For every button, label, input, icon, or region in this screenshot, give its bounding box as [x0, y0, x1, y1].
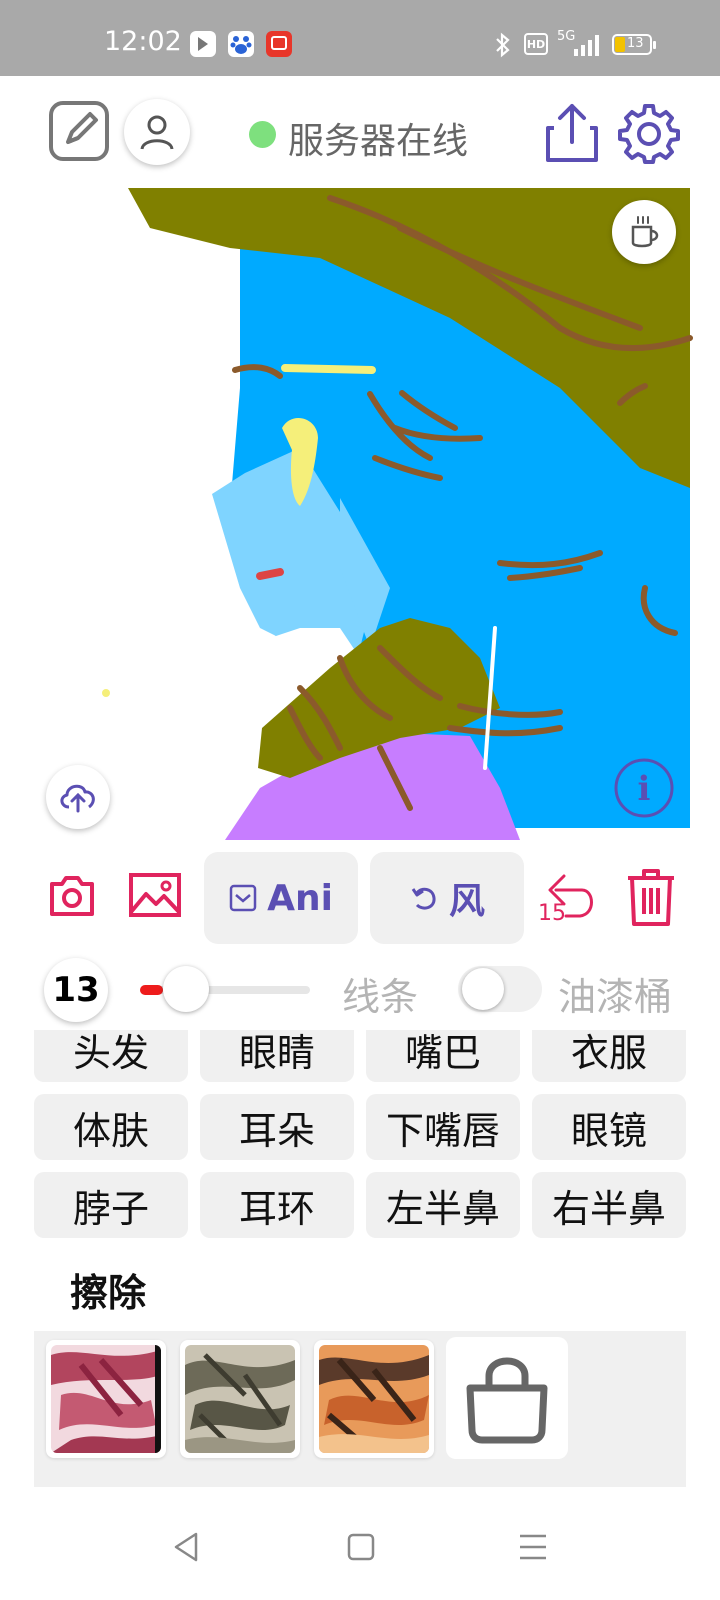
app-screen: 12:02 HD 5G 13 服务器在线 i Ani 风 15 13 线条 油漆…: [0, 0, 720, 1600]
brush-size-value: 13: [44, 958, 108, 1022]
gallery-button[interactable]: [128, 872, 182, 922]
part-button[interactable]: 眼镜: [532, 1094, 686, 1160]
style-thumbnail-2: [185, 1345, 295, 1453]
image-icon: [129, 873, 181, 917]
part-button[interactable]: 右半鼻: [532, 1172, 686, 1238]
sketch-button[interactable]: [48, 100, 110, 166]
battery-tip: [653, 41, 656, 49]
back-button[interactable]: [170, 1530, 204, 1568]
part-button[interactable]: 耳朵: [200, 1094, 354, 1160]
user-button[interactable]: [124, 99, 190, 165]
style-card-1[interactable]: [46, 1340, 166, 1458]
status-bar: 12:02 HD 5G 13: [0, 0, 720, 76]
style-button[interactable]: 风: [370, 852, 524, 944]
style-card-2[interactable]: [180, 1340, 300, 1458]
hd-badge: HD: [524, 33, 548, 55]
style-thumbnail-3: [319, 1345, 429, 1453]
cloud-upload-icon: [60, 784, 95, 813]
info-icon: i: [614, 758, 674, 818]
bluetooth-icon: [496, 32, 510, 58]
trash-icon: [628, 869, 674, 926]
checkbox-icon: [229, 884, 257, 912]
settings-icon: [618, 104, 680, 164]
brush-size-thumb[interactable]: [163, 966, 210, 1012]
ani-label: Ani: [267, 877, 333, 919]
brush-size-fill: [140, 985, 164, 995]
status-time: 12:02: [104, 26, 182, 57]
part-button[interactable]: 嘴巴: [366, 1030, 520, 1082]
sketch-icon: [49, 101, 109, 161]
part-button[interactable]: 下嘴唇: [366, 1094, 520, 1160]
undo-count: 15: [538, 901, 566, 926]
style-label: 风: [448, 881, 485, 922]
home-button[interactable]: [344, 1530, 378, 1568]
server-status-dot: [249, 121, 276, 148]
line-mode-label[interactable]: 线条: [342, 966, 418, 1021]
shop-button[interactable]: [446, 1337, 568, 1459]
notification-app-icon: [190, 31, 216, 57]
svg-text:i: i: [638, 769, 651, 809]
drawing-canvas[interactable]: i: [0, 188, 720, 840]
part-button[interactable]: 头发: [34, 1030, 188, 1082]
part-button[interactable]: 眼睛: [200, 1030, 354, 1082]
rotate-icon: [411, 887, 436, 910]
cloud-upload-button[interactable]: [46, 765, 110, 829]
battery-icon: 13: [612, 34, 652, 55]
menu-button[interactable]: [516, 1530, 550, 1568]
share-button[interactable]: [544, 102, 600, 168]
drawing-image: [102, 188, 693, 840]
part-button[interactable]: 耳环: [200, 1172, 354, 1238]
share-icon: [546, 104, 598, 162]
part-button[interactable]: 左半鼻: [366, 1172, 520, 1238]
menu-icon: [520, 1534, 546, 1560]
battery-level: 13: [627, 36, 644, 51]
delete-button[interactable]: [624, 866, 678, 932]
listen-app-icon: [266, 31, 292, 57]
info-button[interactable]: i: [612, 756, 676, 824]
part-button[interactable]: 衣服: [532, 1030, 686, 1082]
part-button[interactable]: 脖子: [34, 1172, 188, 1238]
baidu-app-icon: [228, 31, 254, 57]
erase-label[interactable]: 擦除: [70, 1262, 146, 1317]
ani-button[interactable]: Ani: [204, 852, 358, 944]
server-status-text: 服务器在线: [288, 121, 469, 162]
settings-button[interactable]: [618, 102, 680, 168]
style-thumbnail-1: [51, 1345, 161, 1453]
shopping-bag-icon: [466, 1357, 548, 1444]
camera-icon: [50, 876, 94, 916]
user-icon: [140, 115, 174, 150]
camera-button[interactable]: [48, 874, 96, 922]
coffee-icon: [631, 216, 659, 248]
home-icon: [347, 1533, 375, 1561]
back-icon: [174, 1532, 198, 1562]
style-card-3[interactable]: [314, 1340, 434, 1458]
signal-icon: [574, 35, 599, 56]
bucket-toggle-knob[interactable]: [462, 968, 504, 1010]
coffee-button[interactable]: [612, 200, 676, 264]
part-button[interactable]: 体肤: [34, 1094, 188, 1160]
bucket-mode-label: 油漆桶: [558, 975, 673, 1019]
